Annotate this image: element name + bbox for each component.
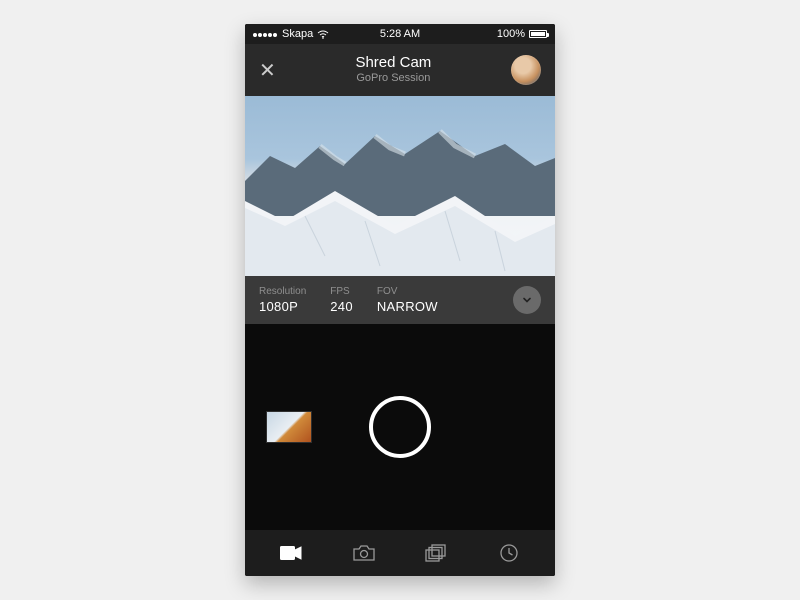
battery-pct: 100% bbox=[497, 28, 525, 40]
setting-value: 1080P bbox=[259, 299, 306, 314]
setting-label: FPS bbox=[330, 286, 353, 297]
signal-dots bbox=[253, 28, 278, 40]
chevron-down-icon[interactable] bbox=[513, 286, 541, 314]
mode-navbar bbox=[245, 530, 555, 576]
setting-fov[interactable]: FOV NARROW bbox=[377, 286, 438, 314]
setting-label: FOV bbox=[377, 286, 438, 297]
wifi-icon bbox=[317, 30, 329, 39]
header-titles: Shred Cam GoPro Session bbox=[355, 54, 431, 85]
close-icon[interactable]: ✕ bbox=[259, 58, 276, 83]
capture-settings: Resolution 1080P FPS 240 FOV NARROW bbox=[245, 276, 555, 324]
setting-fps[interactable]: FPS 240 bbox=[330, 286, 353, 314]
mountain-front bbox=[245, 166, 555, 276]
camera-title: Shred Cam bbox=[355, 54, 431, 72]
setting-label: Resolution bbox=[259, 286, 306, 297]
capture-area bbox=[245, 324, 555, 530]
shutter-button[interactable] bbox=[369, 396, 431, 458]
header: ✕ Shred Cam GoPro Session bbox=[245, 44, 555, 96]
camera-subtitle: GoPro Session bbox=[355, 72, 431, 85]
setting-value: NARROW bbox=[377, 299, 438, 314]
setting-value: 240 bbox=[330, 299, 353, 314]
live-preview[interactable] bbox=[245, 96, 555, 276]
last-capture-thumbnail[interactable] bbox=[267, 412, 311, 442]
phone-frame: Skapa 5:28 AM 100% ✕ Shred Cam GoPro Ses… bbox=[245, 24, 555, 576]
setting-resolution[interactable]: Resolution 1080P bbox=[259, 286, 306, 314]
status-bar: Skapa 5:28 AM 100% bbox=[245, 24, 555, 44]
clock: 5:28 AM bbox=[380, 28, 420, 40]
timelapse-mode-icon[interactable] bbox=[485, 543, 533, 563]
video-mode-icon[interactable] bbox=[267, 546, 315, 560]
carrier-label: Skapa bbox=[282, 28, 313, 40]
avatar[interactable] bbox=[511, 55, 541, 85]
photo-mode-icon[interactable] bbox=[340, 545, 388, 561]
battery-icon bbox=[529, 30, 547, 38]
burst-mode-icon[interactable] bbox=[412, 544, 460, 562]
